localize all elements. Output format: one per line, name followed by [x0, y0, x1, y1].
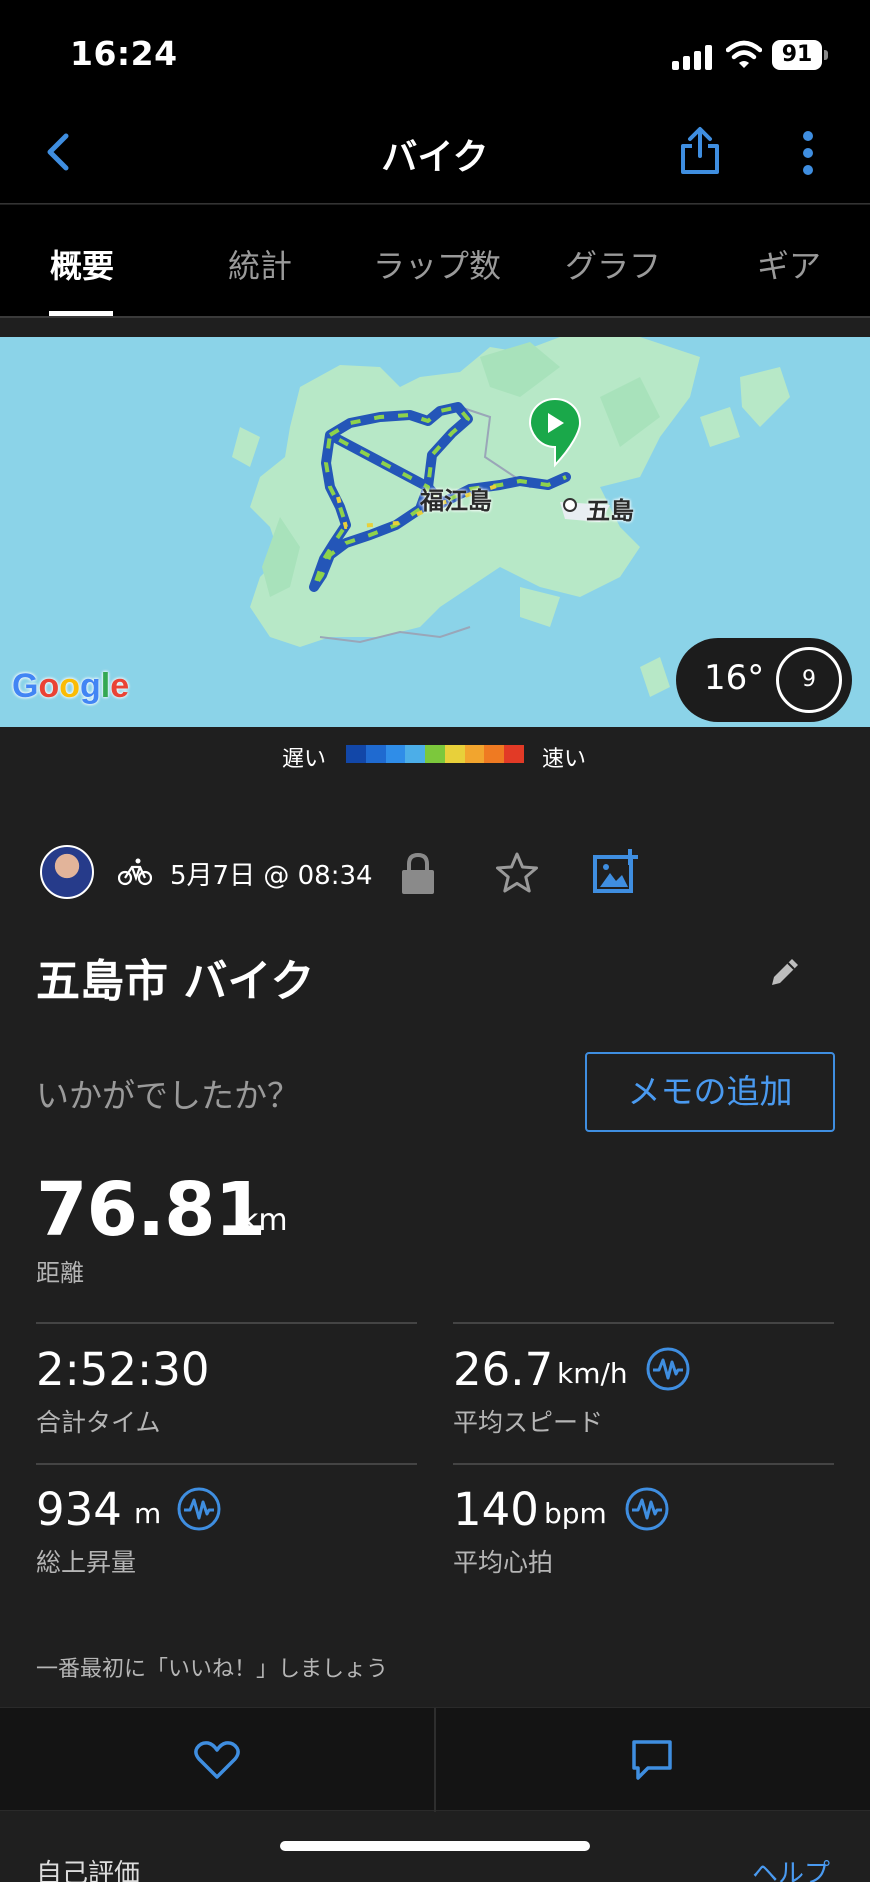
total-time-label: 合計タイム	[36, 1408, 161, 1437]
wind-speed-icon: 9	[776, 647, 842, 713]
pulse-icon[interactable]	[624, 1486, 670, 1532]
avatar[interactable]	[40, 845, 94, 899]
help-link[interactable]: ヘルプ	[752, 1853, 830, 1882]
distance-unit: km	[241, 1203, 288, 1238]
battery-icon: 91	[772, 40, 828, 70]
tab-stats[interactable]: 統計	[228, 241, 292, 287]
speed-legend-segment	[464, 745, 485, 763]
activity-summary: 5月7日 @ 08:34 五島市 バイク いかがでしたか？ メモの追加 76.8…	[0, 783, 870, 1882]
legend-slow-label: 遅い	[282, 747, 327, 772]
avg-heart-rate-unit: bpm	[544, 1497, 607, 1530]
total-time-value: 2:52:30	[36, 1343, 210, 1396]
avg-speed-value: 26.7	[453, 1343, 554, 1396]
divider	[453, 1322, 834, 1324]
star-icon[interactable]	[494, 851, 540, 895]
speed-legend-segment	[346, 745, 366, 763]
elevation-gain-label: 総上昇量	[36, 1548, 137, 1577]
nav-bar: バイク	[0, 100, 870, 204]
page-title: バイク	[381, 137, 489, 178]
tab-graph[interactable]: グラフ	[565, 241, 661, 287]
home-indicator[interactable]	[280, 1841, 590, 1851]
elevation-gain-unit: m	[134, 1497, 162, 1530]
avg-speed-unit: km/h	[557, 1357, 628, 1390]
cellular-signal-icon	[672, 44, 714, 70]
weather-temperature: 16°	[704, 658, 765, 698]
activity-title: 五島市 バイク	[36, 956, 315, 1007]
feeling-prompt: いかがでしたか？	[36, 1076, 300, 1115]
self-evaluation-label: 自己評価	[36, 1859, 141, 1882]
heart-icon[interactable]	[194, 1740, 240, 1780]
tab-bar: 概要 統計 ラップ数 グラフ ギア	[0, 205, 870, 318]
add-photo-icon[interactable]	[592, 847, 640, 895]
legend-fast-label: 速い	[542, 747, 587, 772]
active-tab-indicator	[49, 311, 113, 316]
speed-legend-segment	[444, 745, 465, 763]
status-time: 16:24	[70, 34, 178, 73]
add-memo-button[interactable]: メモの追加	[585, 1052, 835, 1132]
distance-value: 76.81	[36, 1167, 266, 1253]
speed-legend-segment	[405, 745, 426, 763]
social-action-bar	[0, 1707, 870, 1812]
divider	[36, 1463, 417, 1465]
avg-heart-rate-value: 140	[453, 1483, 539, 1536]
lock-icon[interactable]	[400, 851, 436, 895]
activity-meta-row: 5月7日 @ 08:34	[36, 845, 836, 905]
bike-icon	[118, 858, 152, 886]
tab-overview[interactable]: 概要	[50, 241, 114, 287]
pencil-icon[interactable]	[768, 955, 802, 989]
divider	[453, 1463, 834, 1465]
share-icon[interactable]	[678, 126, 722, 176]
speed-legend-segment	[425, 745, 445, 763]
pulse-icon[interactable]	[645, 1346, 691, 1392]
status-bar: 16:24 91	[0, 0, 870, 100]
like-prompt: 一番最初に「いいね！」しましょう	[36, 1657, 389, 1682]
wifi-icon	[726, 40, 762, 68]
weather-badge[interactable]: 16° 9	[676, 638, 852, 722]
speed-legend-segment	[484, 745, 505, 763]
avg-heart-rate-label: 平均心拍	[453, 1548, 554, 1577]
more-vertical-icon[interactable]	[798, 130, 818, 176]
speed-gradient-bar	[346, 745, 525, 763]
activity-date: 5月7日 @ 08:34	[170, 861, 373, 891]
tab-laps[interactable]: ラップ数	[373, 241, 501, 287]
speed-legend-segment	[365, 745, 386, 763]
map-label-town: 五島	[586, 497, 634, 525]
speed-legend-segment	[385, 745, 406, 763]
distance-label: 距離	[36, 1259, 84, 1287]
elevation-gain-value: 934	[36, 1483, 122, 1536]
speed-legend: 遅い 速い	[0, 727, 870, 783]
route-map[interactable]: 福江島 五島 Google 16° 9	[0, 337, 870, 727]
speed-legend-segment	[504, 745, 525, 763]
divider	[434, 1708, 436, 1812]
pulse-icon[interactable]	[176, 1486, 222, 1532]
comment-icon[interactable]	[630, 1738, 674, 1782]
map-label-island: 福江島	[420, 487, 492, 515]
tab-gear[interactable]: ギア	[757, 241, 821, 287]
divider	[36, 1322, 417, 1324]
avg-speed-label: 平均スピード	[453, 1408, 604, 1437]
google-logo: Google	[12, 667, 130, 705]
